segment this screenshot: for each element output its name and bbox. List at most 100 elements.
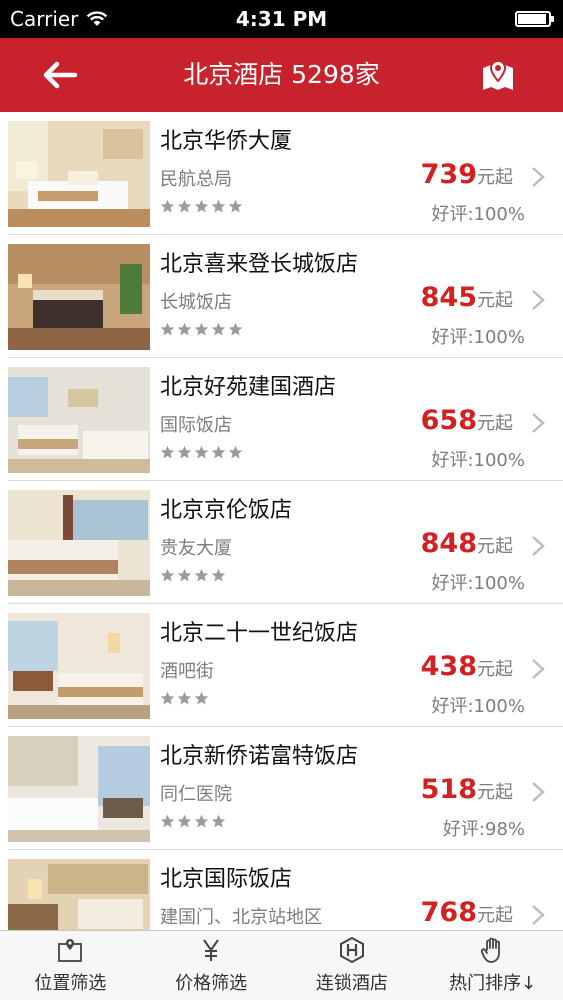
hotel-price: 845元起 [421, 282, 513, 313]
navigation-bar: 北京酒店 5298家 [0, 38, 563, 112]
hotel-photo [8, 244, 150, 350]
tab-label: 连锁酒店 [315, 973, 388, 994]
star-icon [194, 568, 209, 582]
star-icon [228, 445, 243, 459]
price-value: 518 [420, 774, 477, 805]
chevron-right-icon [532, 413, 545, 433]
tab-label: 价格筛选 [175, 973, 248, 994]
chevron-right-icon [532, 659, 545, 679]
hotel-rating: 好评:100% [431, 204, 525, 225]
tab-label: 热门排序↓ [449, 973, 537, 994]
chevron-right-icon [532, 905, 545, 925]
hotel-location: 长城饭店 [160, 292, 232, 313]
hotel-name: 北京新侨诺富特饭店 [160, 744, 359, 769]
hotel-name: 北京京伦饭店 [160, 498, 293, 523]
star-icon [177, 199, 192, 213]
bottom-tab-bar: 位置筛选 价格筛选 连锁酒店 热门排序↓ [0, 930, 563, 1000]
hotel-photo [8, 367, 150, 473]
price-suffix: 元起 [477, 413, 513, 434]
price-value: 845 [420, 282, 477, 313]
tab-price-filter[interactable]: 价格筛选 [141, 931, 282, 1000]
tab-hotel-chains[interactable]: 连锁酒店 [282, 931, 423, 1000]
hotel-chain-icon [337, 937, 367, 963]
star-rating [160, 322, 243, 337]
hotel-photo [8, 736, 150, 842]
star-icon [211, 814, 226, 828]
hotel-price: 658元起 [421, 405, 513, 436]
yen-icon [196, 937, 226, 963]
hotel-row[interactable]: 北京喜来登长城饭店 长城饭店 845元起 好评:100% [8, 235, 563, 358]
price-value: 658 [420, 405, 477, 436]
hotel-row[interactable]: 北京新侨诺富特饭店 同仁医院 518元起 好评:98% [8, 727, 563, 850]
star-icon [160, 691, 175, 705]
star-icon [211, 199, 226, 213]
star-icon [211, 445, 226, 459]
star-icon [160, 568, 175, 582]
map-pin-icon [483, 59, 513, 90]
hotel-price: 518元起 [421, 774, 513, 805]
hand-icon [478, 937, 508, 963]
price-suffix: 元起 [477, 167, 513, 188]
star-rating [160, 691, 209, 706]
price-value: 848 [420, 528, 477, 559]
hotel-rating: 好评:100% [431, 327, 525, 348]
location-filter-icon [55, 937, 85, 963]
tab-location-filter[interactable]: 位置筛选 [0, 931, 141, 1000]
tab-label: 位置筛选 [34, 973, 107, 994]
chevron-right-icon [532, 782, 545, 802]
hotel-rating: 好评:100% [431, 573, 525, 594]
chevron-right-icon [532, 167, 545, 187]
hotel-photo [8, 121, 150, 227]
hotel-rating: 好评:100% [431, 696, 525, 717]
star-icon [211, 322, 226, 336]
map-button[interactable] [477, 54, 519, 96]
hotel-location: 建国门、北京站地区 [160, 907, 322, 928]
price-suffix: 元起 [477, 659, 513, 680]
hotel-list[interactable]: 北京华侨大厦 民航总局 739元起 好评:100% 北京喜来登长城饭店 长城饭店… [0, 112, 563, 930]
star-icon [177, 322, 192, 336]
hotel-rating: 好评:100% [431, 450, 525, 471]
hotel-photo [8, 859, 150, 930]
star-icon [211, 568, 226, 582]
hotel-row[interactable]: 北京京伦饭店 贵友大厦 848元起 好评:100% [8, 481, 563, 604]
price-suffix: 元起 [477, 905, 513, 926]
hotel-price: 438元起 [421, 651, 513, 682]
star-icon [177, 568, 192, 582]
hotel-row[interactable]: 北京国际饭店 建国门、北京站地区 768元起 [8, 850, 563, 930]
hotel-row[interactable]: 北京华侨大厦 民航总局 739元起 好评:100% [8, 112, 563, 235]
star-icon [160, 199, 175, 213]
hotel-row[interactable]: 北京好苑建国酒店 国际饭店 658元起 好评:100% [8, 358, 563, 481]
price-value: 768 [420, 897, 477, 928]
hotel-name: 北京华侨大厦 [160, 129, 293, 154]
hotel-name: 北京二十一世纪饭店 [160, 621, 359, 646]
hotel-location: 民航总局 [160, 169, 232, 190]
chevron-right-icon [532, 290, 545, 310]
tab-popular-sort[interactable]: 热门排序↓ [422, 931, 563, 1000]
price-suffix: 元起 [477, 782, 513, 803]
price-suffix: 元起 [477, 290, 513, 311]
hotel-photo [8, 490, 150, 596]
hotel-location: 同仁医院 [160, 784, 232, 805]
status-time: 4:31 PM [235, 7, 328, 31]
star-icon [177, 445, 192, 459]
price-value: 739 [420, 159, 477, 190]
star-icon [194, 691, 209, 705]
hotel-row[interactable]: 北京二十一世纪饭店 酒吧街 438元起 好评:100% [8, 604, 563, 727]
star-icon [194, 814, 209, 828]
star-rating [160, 814, 226, 829]
star-icon [177, 814, 192, 828]
star-icon [194, 322, 209, 336]
hotel-location: 国际饭店 [160, 415, 232, 436]
star-icon [194, 199, 209, 213]
price-value: 438 [420, 651, 477, 682]
star-icon [177, 691, 192, 705]
battery-icon [515, 11, 554, 27]
star-icon [228, 199, 243, 213]
star-icon [160, 322, 175, 336]
hotel-name: 北京好苑建国酒店 [160, 375, 337, 400]
hotel-price: 739元起 [421, 159, 513, 190]
hotel-name: 北京喜来登长城饭店 [160, 252, 359, 277]
price-suffix: 元起 [477, 536, 513, 557]
hotel-location: 贵友大厦 [160, 538, 232, 559]
star-rating [160, 199, 243, 214]
